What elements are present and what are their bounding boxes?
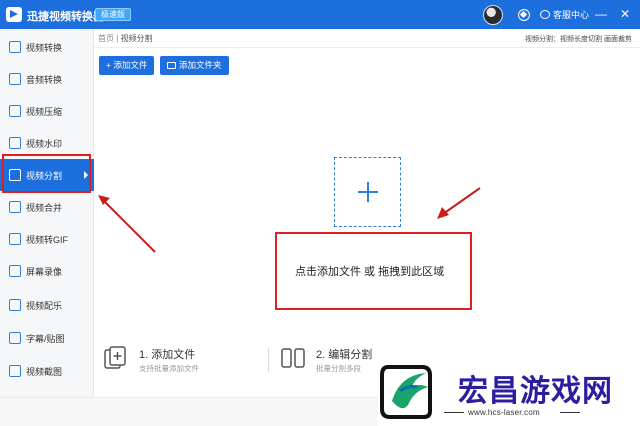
close-icon[interactable]: ✕	[618, 7, 632, 21]
step-title: 2. 编辑分割	[316, 349, 373, 361]
sidebar-item-label: 视频压缩	[26, 106, 63, 117]
minimize-icon[interactable]: —	[594, 7, 608, 21]
dropzone-hint[interactable]: 点击添加文件 或 拖拽到此区域	[295, 263, 444, 279]
subtitle-icon	[9, 332, 21, 344]
sidebar-item-merge[interactable]: 视频合并	[0, 191, 94, 223]
sidebar-item-label: 视频转换	[26, 42, 63, 53]
sidebar-item-music[interactable]: 视频配乐	[0, 289, 94, 321]
chat-icon	[540, 10, 550, 19]
avatar[interactable]	[483, 5, 503, 25]
sidebar-item-video-convert[interactable]: 视频转换	[0, 31, 94, 63]
sidebar-item-label: 视频合并	[26, 202, 63, 213]
divider	[94, 47, 640, 48]
sidebar-item-label: 音频转换	[26, 74, 63, 85]
add-folder-label: 添加文件夹	[179, 60, 222, 70]
app-logo-icon	[6, 7, 22, 22]
step-desc: 批量分割多段	[316, 364, 361, 373]
sidebar-item-gif[interactable]: 视频转GIF	[0, 223, 94, 255]
sidebar-item-subtitle[interactable]: 字幕/贴图	[0, 322, 94, 354]
breadcrumb: 首页 | 视频分割	[98, 33, 153, 44]
step-divider	[268, 348, 269, 372]
watermark-logo-icon	[380, 365, 432, 419]
customer-service-label: 客服中心	[553, 10, 590, 20]
add-folder-button[interactable]: 添加文件夹	[160, 56, 229, 75]
sidebar-item-label: 屏幕录像	[26, 266, 63, 277]
feature-hint: 视频分割：视频长度切割 画面裁剪	[525, 36, 632, 43]
video-convert-icon	[9, 41, 21, 53]
record-icon	[9, 265, 21, 277]
title-bar: 迅捷视频转换器 极速版 客服中心 — ✕	[0, 0, 640, 29]
add-file-dropzone[interactable]	[334, 157, 401, 227]
plus-icon	[358, 182, 378, 202]
sidebar-item-label: 字幕/贴图	[26, 333, 65, 344]
sidebar-item-label: 视频水印	[26, 138, 63, 149]
sidebar-item-label: 视频分割	[26, 170, 63, 181]
sidebar-item-label: 视频转GIF	[26, 234, 68, 245]
watermark-rule	[560, 412, 580, 413]
screenshot-icon	[9, 365, 21, 377]
sidebar-item-compress[interactable]: 视频压缩	[0, 95, 94, 127]
gif-icon	[9, 233, 21, 245]
split-icon	[9, 169, 21, 181]
breadcrumb-home[interactable]: 首页	[98, 34, 114, 43]
merge-icon	[9, 201, 21, 213]
edition-badge: 极速版	[95, 8, 131, 21]
add-file-step-icon	[104, 346, 126, 369]
sidebar-item-record[interactable]: 屏幕录像	[0, 255, 94, 287]
sidebar-item-watermark[interactable]: 视频水印	[0, 127, 94, 159]
step-title: 1. 添加文件	[139, 349, 196, 361]
sidebar-item-label: 视频配乐	[26, 300, 63, 311]
breadcrumb-separator: |	[116, 34, 119, 43]
music-icon	[9, 299, 21, 311]
customer-service-button[interactable]: 客服中心	[540, 8, 589, 21]
annotation-highlight-box: 点击添加文件 或 拖拽到此区域	[275, 232, 472, 310]
watermark-rule	[444, 412, 464, 413]
folder-icon	[167, 62, 176, 69]
sidebar-item-screenshot[interactable]: 视频截图	[0, 355, 94, 387]
active-arrow-icon	[84, 171, 88, 179]
step-desc: 支持批量添加文件	[139, 364, 199, 373]
sidebar-item-split[interactable]: 视频分割	[0, 159, 94, 191]
app-title: 迅捷视频转换器	[27, 11, 104, 23]
watermark-name: 宏昌游戏网	[458, 375, 613, 408]
vip-icon[interactable]	[518, 9, 530, 21]
sidebar-item-audio-convert[interactable]: 音频转换	[0, 63, 94, 95]
watermark-url: www.hcs-laser.com	[468, 408, 540, 417]
add-file-label: + 添加文件	[106, 60, 148, 70]
watermark-icon	[9, 137, 21, 149]
split-step-icon	[281, 348, 305, 368]
add-file-button[interactable]: + 添加文件	[99, 56, 155, 75]
audio-convert-icon	[9, 73, 21, 85]
compress-icon	[9, 105, 21, 117]
breadcrumb-current: 视频分割	[120, 34, 153, 43]
sidebar-item-label: 视频截图	[26, 366, 63, 377]
